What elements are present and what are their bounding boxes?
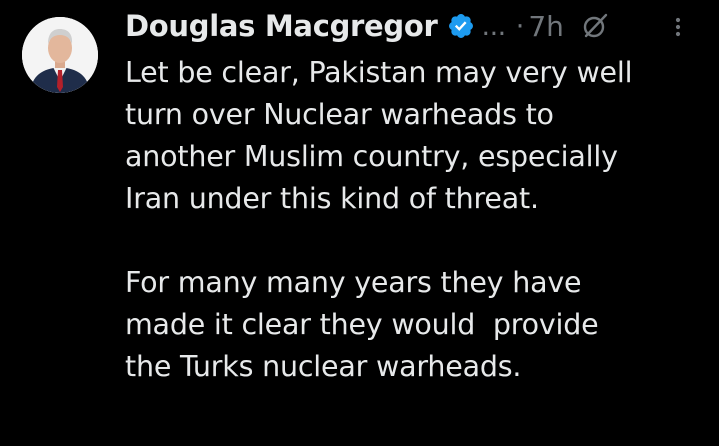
verified-badge-icon [447, 12, 475, 40]
separator-dot: · [515, 10, 525, 42]
tweet-paragraph: Let be clear, Pakistan may very well tur… [125, 56, 633, 215]
grok-icon[interactable] [580, 11, 610, 41]
timestamp[interactable]: 7h [528, 10, 564, 43]
tweet-text: Let be clear, Pakistan may very well tur… [125, 52, 705, 388]
author-handle[interactable]: ... [482, 11, 507, 42]
author-name[interactable]: Douglas Macgregor [125, 9, 438, 43]
more-options-icon[interactable] [669, 12, 687, 42]
tweet-paragraph: For many many years they have made it cl… [125, 266, 599, 383]
avatar-image [22, 17, 98, 93]
tweet-header: Douglas Macgregor ... · 7h [125, 4, 610, 48]
tweet-card[interactable]: Douglas Macgregor ... · 7h Let be clear,… [0, 0, 719, 446]
avatar[interactable] [22, 17, 98, 93]
